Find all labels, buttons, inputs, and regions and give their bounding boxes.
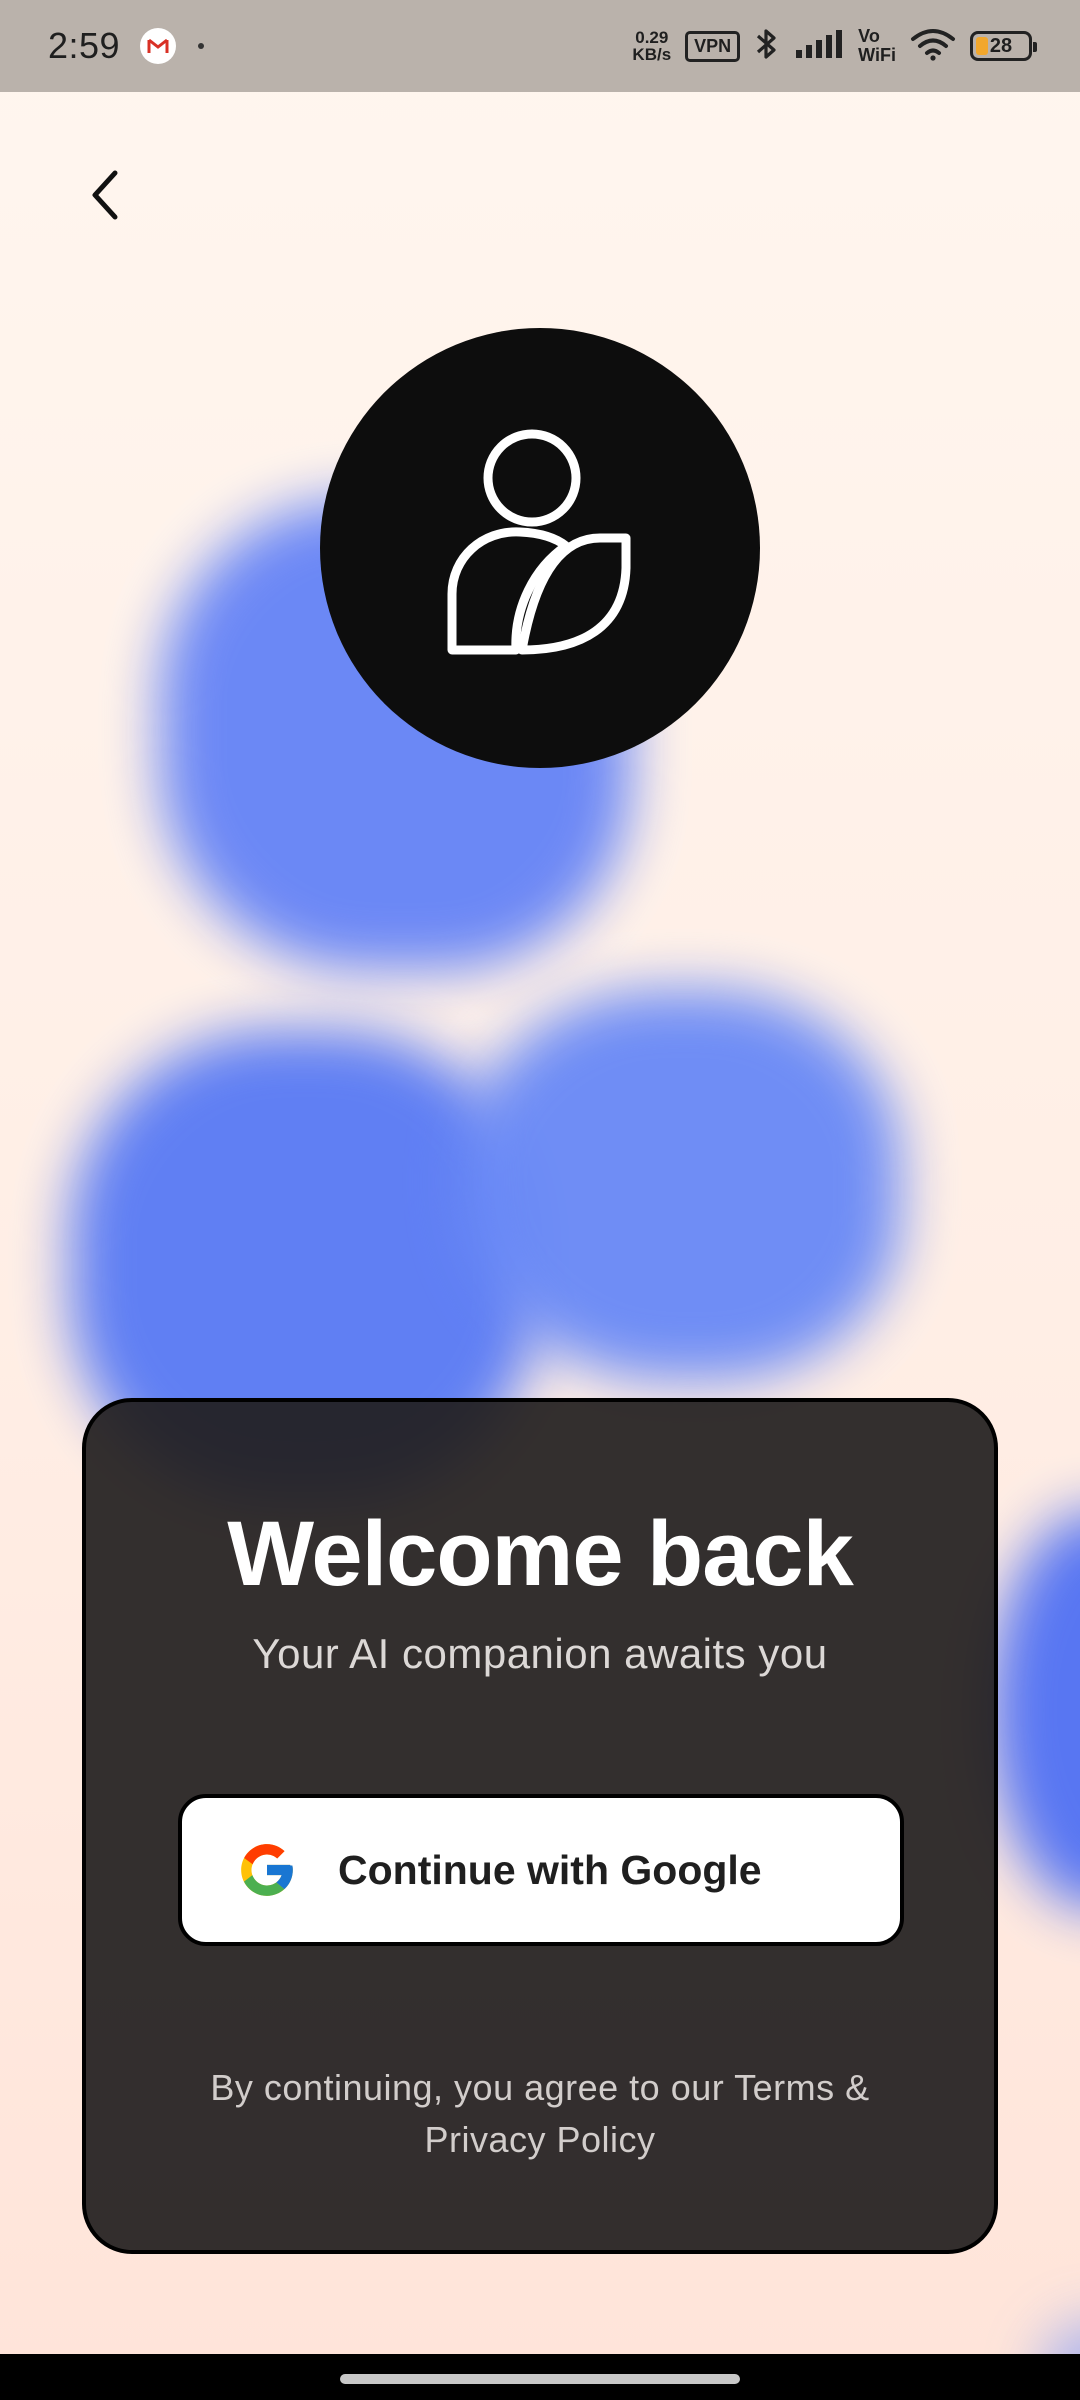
home-indicator[interactable] (340, 2374, 740, 2384)
google-g-icon (241, 1844, 293, 1896)
terms-privacy-link[interactable]: Privacy Policy (166, 2114, 914, 2166)
battery-icon: 28 (970, 31, 1037, 61)
vowifi-indicator: Vo WiFi (858, 26, 896, 65)
legal-notice: By continuing, you agree to our Terms & … (166, 2062, 914, 2166)
wifi-icon (910, 27, 956, 66)
page-subtitle: Your AI companion awaits you (252, 1630, 828, 1677)
login-card: Welcome back Your AI companion awaits yo… (82, 1398, 998, 2254)
navigation-bar (0, 2354, 1080, 2400)
bluetooth-icon (754, 26, 780, 67)
vpn-badge: VPN (685, 30, 741, 62)
person-leaf-icon (447, 429, 631, 655)
network-speed: 0.29 KB/s (632, 28, 672, 64)
background-blob (990, 1510, 1080, 1910)
gmail-icon (140, 28, 177, 64)
background-blob (460, 990, 900, 1380)
continue-with-google-button[interactable]: Continue with Google (178, 1794, 904, 1946)
back-button[interactable] (70, 160, 140, 230)
page-title: Welcome back (227, 1503, 854, 1605)
status-bar: 2:59 0.29 KB/s VPN Vo WiFi 28 (0, 0, 1080, 92)
signal-icon (794, 28, 844, 65)
status-time: 2:59 (48, 25, 121, 66)
notification-dot-icon (198, 43, 205, 49)
app-logo (320, 328, 760, 768)
google-button-label: Continue with Google (338, 1846, 762, 1893)
chevron-left-icon (92, 170, 118, 220)
